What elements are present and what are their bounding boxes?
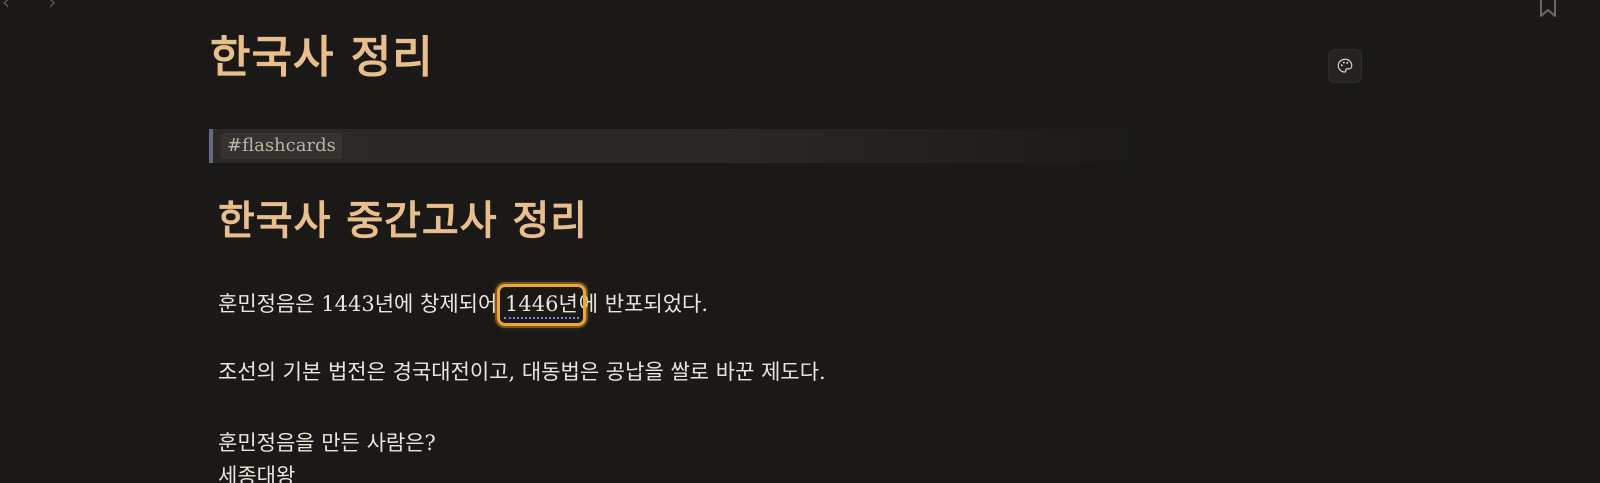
paragraph-1-before: 훈민정음은 1443년에 창제되어: [218, 292, 504, 316]
properties-bar: #flashcards: [209, 129, 1139, 163]
paragraph-2: 조선의 기본 법전은 경국대전이고, 대동법은 공납을 쌀로 바꾼 제도다.: [218, 360, 826, 384]
section-heading: 한국사 중간고사 정리: [218, 197, 589, 244]
paragraph-1: 훈민정음은 1443년에 창제되어 1446년에 반포되었다.: [218, 283, 709, 327]
tag-chip[interactable]: #flashcards: [221, 133, 342, 159]
paragraph-1-after: 에 반포되었다.: [578, 292, 709, 316]
bookmark-icon[interactable]: [1536, 0, 1560, 18]
flashcard-question: 훈민정음을 만든 사람은?: [218, 431, 436, 455]
nav-arrows[interactable]: ‹ ›: [2, 0, 72, 14]
note-title[interactable]: 한국사 정리: [210, 32, 434, 85]
cloze-highlight[interactable]: 1446년: [497, 283, 586, 327]
palette-icon: [1337, 58, 1353, 73]
palette-button[interactable]: [1328, 49, 1362, 83]
note-view: ‹ › 한국사 정리 #flashcards 한국사 중간고사 정리 훈민정음은…: [0, 0, 1600, 483]
flashcard-answer: 세종대왕: [218, 464, 296, 483]
